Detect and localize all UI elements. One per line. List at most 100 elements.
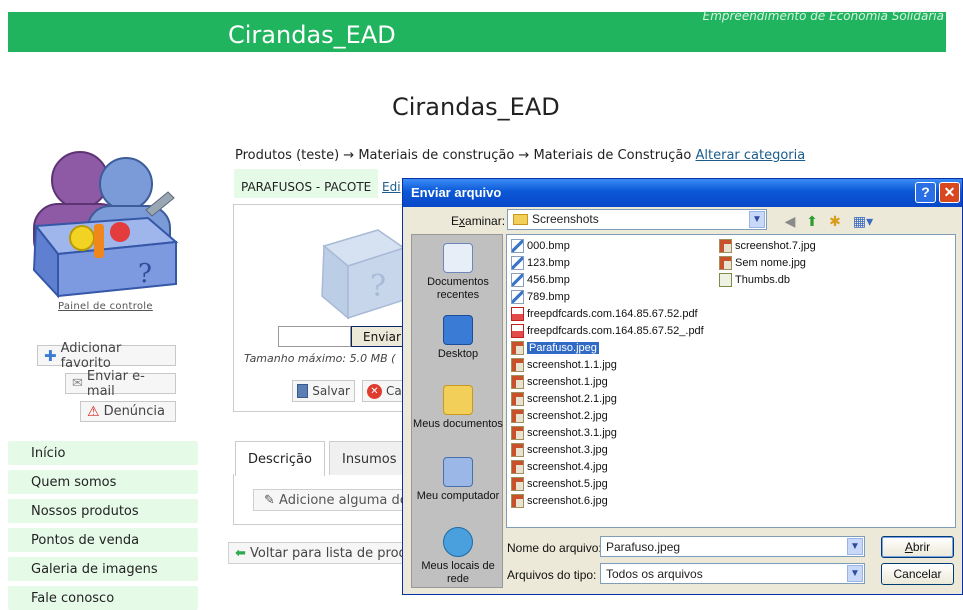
tab-insumos[interactable]: Insumos [329,441,409,475]
tab-descricao[interactable]: Descrição [235,441,325,476]
file-item[interactable]: screenshot.5.jpg [511,476,608,492]
back-to-list-label: Voltar para lista de prod [250,546,407,561]
plus-icon: ✚ [44,346,57,365]
add-description-button[interactable]: ✎ Adicione alguma de [253,489,413,511]
filetype-dropdown[interactable]: Todos os arquivos ▼ [600,563,865,584]
file-item[interactable]: screenshot.1.1.jpg [511,357,617,373]
file-item[interactable]: screenshot.3.1.jpg [511,425,617,441]
change-category-link[interactable]: Alterar categoria [696,148,806,163]
place-my-documents[interactable]: Meus documentos [412,385,504,431]
back-to-list-button[interactable]: ⬅ Voltar para lista de prod [228,542,408,564]
pdf-file-icon [511,324,524,338]
clock-icon [443,243,473,273]
nav-item-quem-somos[interactable]: Quem somos [8,470,198,494]
file-item[interactable]: 000.bmp [511,238,570,254]
site-header: Cirandas_EAD Empreendimento de Economia … [8,9,946,52]
file-item[interactable]: Thumbs.db [719,272,790,288]
dialog-titlebar[interactable]: Enviar arquivo ? ✕ [403,179,962,207]
pdf-file-icon [511,307,524,321]
file-item[interactable]: screenshot.4.jpg [511,459,608,475]
nav-item-fale-conosco[interactable]: Fale conosco [8,586,198,610]
jpg-file-icon [511,341,524,355]
view-menu-icon[interactable]: ▦▾ [851,214,875,230]
nav-item-galeria[interactable]: Galeria de imagens [8,557,198,581]
envelope-icon: ✉ [72,376,83,391]
open-button[interactable]: Abrir [881,536,954,558]
help-button[interactable]: ? [915,182,936,203]
desktop-icon [443,315,473,345]
place-label: Meus locais de rede [421,560,495,585]
file-item[interactable]: screenshot.7.jpg [719,238,816,254]
filename-field[interactable]: Parafuso.jpeg ▼ [600,536,865,557]
file-list[interactable]: 000.bmp 123.bmp 456.bmp 789.bmp freepdfcards… [506,234,956,528]
computer-icon [443,457,473,487]
back-arrow-icon[interactable]: ◀ [781,214,799,230]
product-name: PARAFUSOS - PACOTE [241,180,372,194]
file-name: freepdfcards.com.164.85.67.52.pdf [527,308,698,320]
folder-icon [513,214,528,225]
enterprise-logo[interactable]: ? [28,146,180,300]
close-button[interactable]: ✕ [939,182,960,203]
file-name: 123.bmp [527,257,570,269]
place-network[interactable]: Meus locais de rede [412,527,504,586]
chevron-down-icon[interactable]: ▼ [847,565,863,582]
look-in-dropdown[interactable]: Screenshots ▼ [507,209,767,230]
file-item[interactable]: freepdfcards.com.164.85.67.52.pdf [511,306,698,322]
edit-product-link[interactable]: Edi [382,180,401,194]
add-favorite-button[interactable]: ✚ Adicionar favorito [37,341,176,371]
file-path-input[interactable] [278,326,351,347]
add-description-label: Adicione alguma de [279,493,408,508]
place-my-computer[interactable]: Meu computador [412,457,504,503]
svg-text:?: ? [138,259,152,289]
file-upload-dialog: Enviar arquivo ? ✕ Examinar: Screenshots… [402,178,963,595]
place-label: Meu computador [416,490,500,502]
jpg-file-icon [511,494,524,508]
place-label: Documentos recentes [427,276,489,301]
site-title[interactable]: Cirandas_EAD [228,21,396,49]
file-item[interactable]: screenshot.2.1.jpg [511,391,617,407]
nav-item-inicio[interactable]: Início [8,441,198,465]
site-tagline: Empreendimento de Economia Solidária [702,9,944,23]
chevron-down-icon[interactable]: ▼ [847,538,863,555]
file-item[interactable]: 456.bmp [511,272,570,288]
file-name: 789.bmp [527,291,570,303]
place-recent-documents[interactable]: Documentos recentes [412,243,504,302]
new-folder-icon[interactable]: ✱ [826,214,844,230]
file-name: screenshot.2.jpg [527,410,608,422]
save-button[interactable]: Salvar [292,380,355,402]
file-name: screenshot.1.1.jpg [527,359,617,371]
place-label: Meus documentos [413,418,503,430]
send-image-button[interactable]: Enviar [351,326,403,347]
add-favorite-label: Adicionar favorito [60,340,122,371]
arrow-left-icon: ⬅ [235,546,246,561]
cancel-button[interactable]: ✕ Ca [362,380,407,402]
dialog-cancel-button[interactable]: Cancelar [881,563,954,585]
jpg-file-icon [511,392,524,406]
file-item[interactable]: 123.bmp [511,255,570,271]
nav-item-nossos-produtos[interactable]: Nossos produtos [8,499,198,523]
send-email-button[interactable]: ✉ Enviar e-mail [65,369,176,399]
dialog-title: Enviar arquivo [411,185,502,200]
place-desktop[interactable]: Desktop [412,315,504,361]
file-item[interactable]: 789.bmp [511,289,570,305]
chevron-down-icon[interactable]: ▼ [749,211,765,228]
up-folder-icon[interactable]: ⬆ [803,214,821,230]
file-name: screenshot.3.1.jpg [527,427,617,439]
save-label: Salvar [312,384,350,398]
control-panel-link[interactable]: Painel de controle [58,301,153,312]
filetype-value: Todos os arquivos [606,567,703,581]
file-name: screenshot.3.jpg [527,444,608,456]
file-item[interactable]: screenshot.2.jpg [511,408,608,424]
file-item[interactable]: screenshot.1.jpg [511,374,608,390]
nav-item-pontos-de-venda[interactable]: Pontos de venda [8,528,198,552]
file-item[interactable]: Parafuso.jpeg [511,340,599,356]
report-abuse-button[interactable]: ⚠ Denúncia [80,401,176,422]
file-item[interactable]: Sem nome.jpg [719,255,806,271]
max-size-hint: Tamanho máximo: 5.0 MB ( [244,352,396,365]
file-item[interactable]: screenshot.3.jpg [511,442,608,458]
warning-icon: ⚠ [87,403,100,420]
file-name: 000.bmp [527,240,570,252]
file-item[interactable]: screenshot.6.jpg [511,493,608,509]
places-bar: Documentos recentes Desktop Meus documen… [411,234,503,588]
file-item[interactable]: freepdfcards.com.164.85.67.52_.pdf [511,323,704,339]
